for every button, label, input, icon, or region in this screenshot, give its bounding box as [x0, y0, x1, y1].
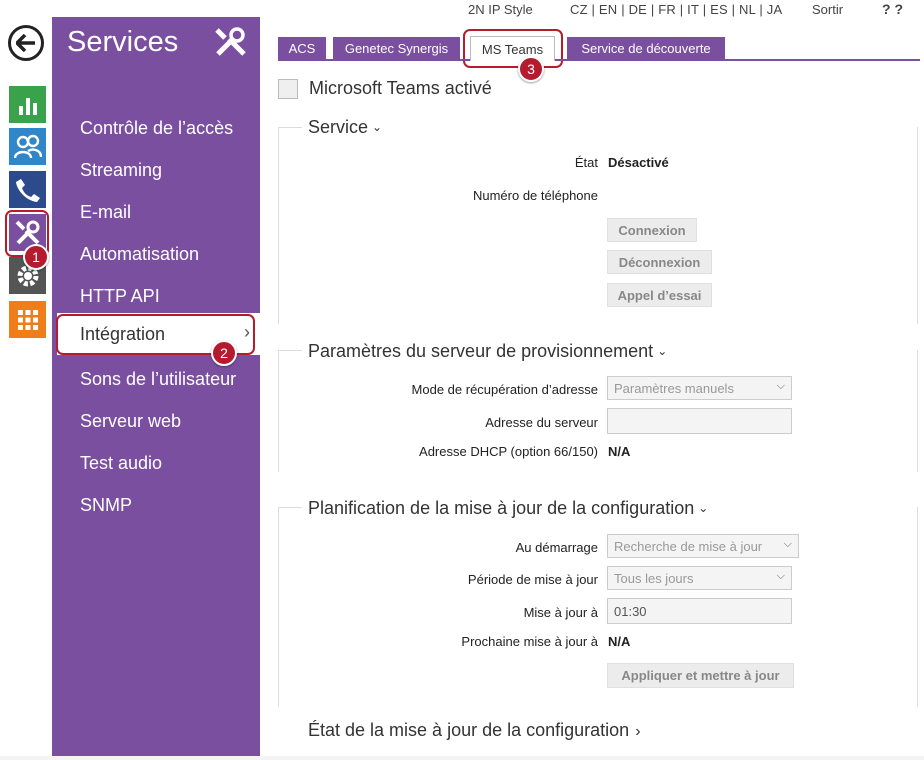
service-section-frame-right [917, 127, 918, 324]
chevron-down-icon: ⌵ [776, 380, 785, 392]
top-bar: 2N IP Style CZ | EN | DE | FR | IT | ES … [260, 0, 924, 20]
language-selector[interactable]: CZ | EN | DE | FR | IT | ES | NL | JA [570, 2, 782, 17]
update-time-input[interactable]: 01:30 [607, 598, 792, 624]
phone-icon[interactable] [9, 171, 46, 208]
address-mode-select[interactable]: Paramètres manuels ⌵ [607, 376, 792, 400]
state-label: État [574, 155, 598, 170]
annotation-badge-2: 2 [211, 340, 237, 366]
test-call-button[interactable]: Appel d’essai [607, 283, 712, 307]
users-icon[interactable] [9, 128, 46, 165]
caret-down-icon: ⌄ [698, 501, 709, 515]
tab-acs[interactable]: ACS [278, 37, 326, 59]
footer-strip [0, 756, 924, 760]
sidebar-item-automation[interactable]: Automatisation [80, 244, 199, 265]
sidebar-item-audio-test[interactable]: Test audio [80, 453, 162, 474]
icon-column [0, 0, 52, 760]
state-value: Désactivé [608, 155, 669, 170]
caret-down-icon: ⌄ [657, 344, 668, 358]
sidebar-title: Services [67, 26, 179, 58]
update-period-value: Tous les jours [614, 570, 694, 586]
services-sidebar: Services Contrôle de l’accès Streaming E… [52, 17, 260, 760]
provisioning-section-frame [278, 350, 302, 472]
tab-bar: ACS Genetec Synergis MS Teams Service de… [278, 36, 920, 61]
annotation-badge-1: 1 [23, 244, 49, 270]
on-startup-select[interactable]: Recherche de mise à jour ⌵ [607, 534, 799, 558]
sidebar-item-email[interactable]: E-mail [80, 202, 131, 223]
sidebar-item-snmp[interactable]: SNMP [80, 495, 132, 516]
update-period-select[interactable]: Tous les jours ⌵ [607, 566, 792, 590]
teams-enable-row: Microsoft Teams activé [278, 78, 492, 99]
service-title-text: Service [308, 117, 369, 137]
chevron-right-icon: › [635, 723, 641, 740]
apply-update-button[interactable]: Appliquer et mettre à jour [607, 663, 794, 688]
update-time-label: Mise à jour à [523, 605, 598, 620]
dhcp-address-value: N/A [608, 444, 631, 459]
on-startup-label: Au démarrage [515, 540, 598, 555]
teams-enable-checkbox[interactable] [278, 78, 298, 99]
chevron-down-icon: ⌵ [776, 570, 785, 582]
teams-enable-label: Microsoft Teams activé [309, 78, 492, 98]
annotation-badge-3: 3 [518, 56, 544, 82]
address-mode-label: Mode de récupération d’adresse [411, 382, 598, 397]
tab-discovery-service[interactable]: Service de découverte [567, 37, 725, 59]
schedule-section-frame-right [917, 507, 918, 707]
config-state-section-title[interactable]: État de la mise à jour de la configurati… [308, 720, 647, 741]
schedule-section-title[interactable]: Planification de la mise à jour de la co… [308, 498, 715, 519]
phone-number-label: Numéro de téléphone [472, 188, 598, 203]
chevron-down-icon: ⌵ [783, 538, 792, 550]
tools-icon [214, 27, 248, 62]
config-state-title-text: État de la mise à jour de la configurati… [308, 720, 630, 740]
logout-link[interactable]: Sortir [812, 2, 843, 17]
next-update-label: Prochaine mise à jour à [461, 634, 598, 649]
server-address-input[interactable] [607, 408, 792, 434]
service-section-title[interactable]: Service ⌄ [308, 117, 389, 138]
back-arrow-icon[interactable] [8, 25, 44, 61]
next-update-value: N/A [608, 634, 631, 649]
schedule-section-frame [278, 507, 302, 707]
connect-button[interactable]: Connexion [607, 218, 697, 242]
sidebar-item-web-server[interactable]: Serveur web [80, 411, 181, 432]
address-mode-value: Paramètres manuels [614, 380, 734, 396]
sidebar-item-user-sounds[interactable]: Sons de l’utilisateur [80, 369, 236, 390]
update-period-label: Période de mise à jour [467, 572, 598, 587]
sidebar-item-access-control[interactable]: Contrôle de l’accès [80, 118, 233, 139]
provisioning-title-text: Paramètres du serveur de provisionnement [308, 341, 654, 361]
schedule-title-text: Planification de la mise à jour de la co… [308, 498, 695, 518]
disconnect-button[interactable]: Déconnexion [607, 250, 712, 274]
sidebar-item-streaming[interactable]: Streaming [80, 160, 162, 181]
server-address-label: Adresse du serveur [485, 415, 598, 430]
grid-icon[interactable] [9, 301, 46, 338]
style-link[interactable]: 2N IP Style [468, 2, 533, 17]
sidebar-item-http-api[interactable]: HTTP API [80, 286, 160, 307]
dhcp-address-label: Adresse DHCP (option 66/150) [419, 444, 598, 459]
tab-ms-teams[interactable]: MS Teams [470, 36, 555, 61]
service-section-frame [278, 127, 302, 324]
help-icon[interactable]: ? ? [882, 1, 903, 17]
caret-down-icon: ⌄ [372, 120, 383, 134]
provisioning-section-frame-right [917, 350, 918, 472]
bar-chart-icon[interactable] [9, 86, 46, 123]
on-startup-value: Recherche de mise à jour [614, 538, 763, 554]
provisioning-section-title[interactable]: Paramètres du serveur de provisionnement… [308, 341, 674, 362]
tab-genetec-synergis[interactable]: Genetec Synergis [333, 37, 460, 59]
